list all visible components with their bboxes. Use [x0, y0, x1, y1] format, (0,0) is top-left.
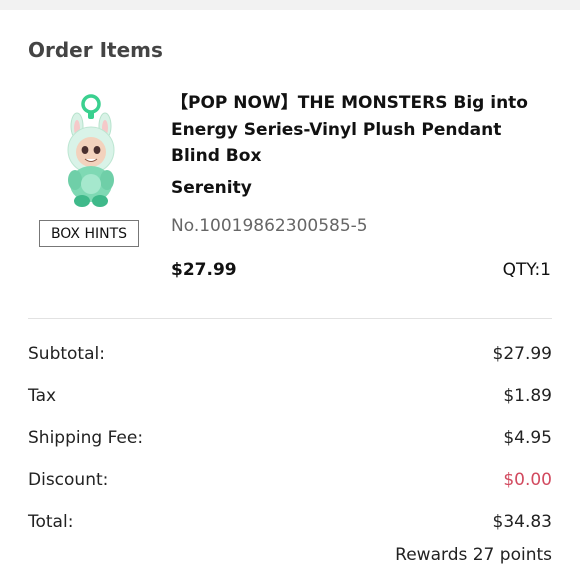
shipping-fee-value: $4.95	[503, 428, 552, 448]
tax-value: $1.89	[503, 386, 552, 406]
subtotal-label: Subtotal:	[28, 344, 105, 364]
box-hints-button[interactable]: BOX HINTS	[39, 220, 139, 247]
product-image[interactable]	[50, 92, 130, 212]
discount-row: Discount: $0.00	[28, 470, 552, 494]
rewards-points: Rewards 27 points	[395, 545, 552, 565]
shipping-fee-row: Shipping Fee: $4.95	[28, 428, 552, 452]
total-value: $34.83	[492, 512, 552, 532]
total-label: Total:	[28, 512, 74, 532]
tax-row: Tax $1.89	[28, 386, 552, 410]
monster-plush-pendant-icon	[67, 94, 115, 207]
shipping-fee-label: Shipping Fee:	[28, 428, 144, 448]
top-bar	[0, 0, 580, 10]
product-variant: Serenity	[171, 178, 252, 198]
discount-value: $0.00	[503, 470, 552, 490]
tax-label: Tax	[28, 386, 57, 406]
discount-label: Discount:	[28, 470, 109, 490]
total-row: Total: $34.83	[28, 512, 552, 536]
subtotal-value: $27.99	[492, 344, 552, 364]
divider	[28, 318, 552, 319]
product-name[interactable]: 【POP NOW】THE MONSTERS Big into Energy Se…	[171, 90, 551, 170]
section-title: Order Items	[28, 38, 163, 62]
subtotal-row: Subtotal: $27.99	[28, 344, 552, 368]
item-quantity: QTY:1	[502, 260, 551, 280]
item-price: $27.99	[171, 260, 237, 280]
product-sku: No.10019862300585-5	[171, 216, 368, 236]
